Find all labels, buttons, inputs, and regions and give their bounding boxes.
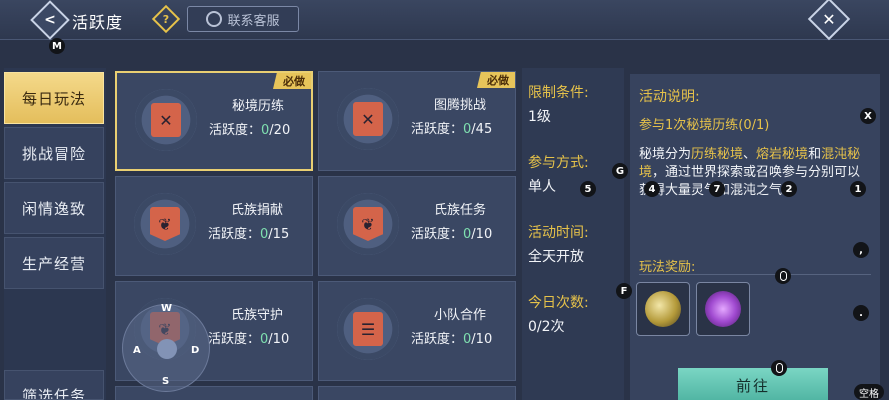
activity-card-secret-realm[interactable]: ✕ 秘境历练 活跃度：0/20 必做 [115, 71, 313, 171]
help-icon[interactable]: ? [151, 4, 181, 34]
conditions-panel: 限制条件: 1级 参与方式: 单人 活动时间: 全天开放 今日次数: 0/2次 [522, 68, 624, 400]
activity-name: 秘境历练 [231, 99, 284, 114]
description-subtitle: 参与1次秘境历练(0/1) [639, 118, 770, 133]
activity-card-totem[interactable]: ✕ 图腾挑战 活跃度：0/45 必做 [318, 71, 516, 171]
key-hint-f: F [616, 283, 632, 299]
activity-name: 氏族任务 [433, 203, 486, 218]
headset-icon [206, 11, 223, 27]
activity-card-clan-task[interactable]: ❦ 氏族任务 活跃度：0/10 [318, 176, 516, 276]
activity-progress: 活跃度：0/10 [208, 332, 290, 347]
clan-banner-icon: ❦ [150, 207, 180, 241]
limit-value: 1级 [528, 109, 551, 125]
mode-label: 参与方式: [528, 155, 589, 171]
key-hint-m: M [49, 38, 65, 54]
activity-card-clan-donation[interactable]: ❦ 氏族捐献 活跃度：0/15 [115, 176, 313, 276]
activity-card-partial [318, 386, 516, 400]
activity-emblem: ✕ [135, 89, 197, 151]
activity-emblem: ❦ [337, 193, 399, 255]
key-hint-7: 7 [709, 181, 725, 197]
activity-progress: 活跃度：0/10 [411, 227, 493, 242]
contact-service-button[interactable]: 联系客服 [187, 6, 299, 32]
time-label: 活动时间: [528, 225, 589, 241]
count-value: 0/2次 [528, 319, 565, 335]
activity-name: 小队合作 [433, 308, 486, 323]
activity-progress: 活跃度：0/15 [208, 227, 290, 242]
go-button[interactable]: 前往 [678, 368, 828, 400]
description-text: 秘境分为历练秘境、熔岩秘境和混沌秘境，通过世界探索或召唤参与分别可以获得大量灵气… [639, 147, 861, 198]
clan-banner-icon: ❦ [353, 207, 383, 241]
spirit-orb-icon [645, 291, 681, 327]
reward-item-spirit[interactable] [636, 282, 690, 336]
key-hint-w: W [161, 303, 173, 314]
key-hint-space: 空格 [854, 384, 884, 400]
activity-emblem: ☰ [337, 298, 399, 360]
top-bar: < 活跃度 ? 联系客服 ✕ [0, 0, 889, 41]
key-hint-a: A [133, 345, 141, 356]
sidebar-item-daily[interactable]: 每日玩法 [4, 72, 104, 124]
required-badge: 必做 [273, 73, 311, 89]
activity-name: 氏族守护 [230, 308, 283, 323]
crossed-staves-icon: ✕ [151, 103, 181, 137]
key-hint-g: G [612, 163, 628, 179]
key-hint-x: X [860, 108, 876, 124]
activity-name: 图腾挑战 [433, 98, 486, 113]
mouse-icon [771, 360, 787, 376]
close-icon: ✕ [822, 9, 836, 29]
joystick-knob[interactable] [157, 339, 177, 359]
notice-board-icon: ☰ [353, 312, 383, 346]
key-hint-4: 4 [644, 181, 660, 197]
key-hint-5: 5 [580, 181, 596, 197]
key-hint-d: D [191, 345, 200, 356]
key-hint-2: 2 [781, 181, 797, 197]
activity-name: 氏族捐献 [230, 203, 283, 218]
sidebar-item-leisure[interactable]: 闲情逸致 [4, 182, 104, 234]
key-hint-s: S [162, 376, 170, 387]
back-button[interactable]: < [30, 0, 70, 40]
key-hint-1: 1 [850, 181, 866, 197]
back-arrow-icon: < [44, 12, 56, 28]
required-badge: 必做 [477, 72, 515, 88]
limit-label: 限制条件: [528, 85, 589, 101]
reward-item-chaos[interactable] [696, 282, 750, 336]
activity-card-squad[interactable]: ☰ 小队合作 活跃度：0/10 [318, 281, 516, 381]
mode-value: 单人 [528, 179, 556, 195]
reward-label: 玩法奖励: [639, 260, 696, 275]
description-panel: 活动说明: 参与1次秘境历练(0/1) 秘境分为历练秘境、熔岩秘境和混沌秘境，通… [630, 74, 880, 400]
activity-progress: 活跃度：0/20 [209, 123, 291, 138]
page-title: 活跃度 [72, 13, 124, 32]
activity-progress: 活跃度：0/10 [411, 332, 493, 347]
description-heading: 活动说明: [639, 89, 700, 105]
chaos-orb-icon [705, 291, 741, 327]
sidebar-item-production[interactable]: 生产经营 [4, 237, 104, 289]
crossed-axes-icon: ✕ [353, 102, 383, 136]
key-hint-period: . [853, 305, 869, 321]
sidebar-item-challenge[interactable]: 挑战冒险 [4, 127, 104, 179]
key-hint-comma: , [853, 242, 869, 258]
activity-card-partial [115, 386, 313, 400]
contact-service-label: 联系客服 [227, 13, 280, 29]
activity-emblem: ❦ [134, 193, 196, 255]
close-button[interactable]: ✕ [807, 0, 851, 41]
time-value: 全天开放 [528, 249, 584, 265]
activity-progress: 活跃度：0/45 [411, 122, 493, 137]
activity-emblem: ✕ [337, 88, 399, 150]
divider [639, 274, 871, 275]
count-label: 今日次数: [528, 295, 589, 311]
mouse-icon [775, 268, 791, 284]
sidebar-item-filter[interactable]: 筛选任务 [4, 370, 104, 400]
